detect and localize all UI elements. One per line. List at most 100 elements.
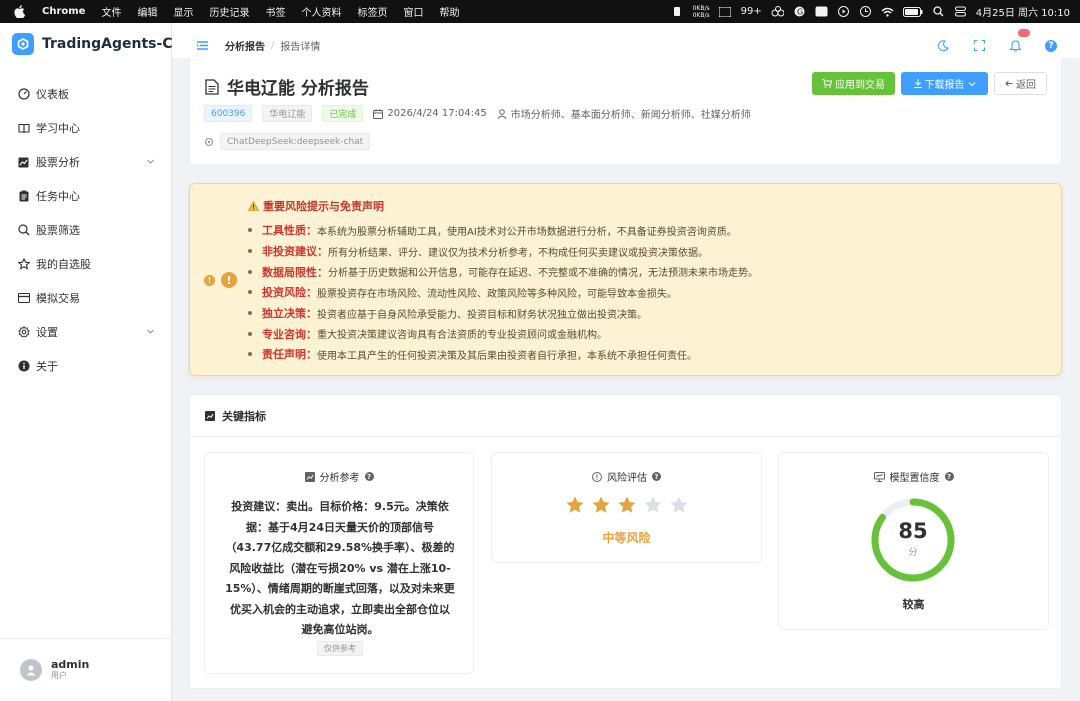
sidebar-nav: 仪表板 学习中心 股票分析 任务中心 股票筛选 我的自选股 模拟交易 设置 关于 [0,77,171,383]
cluster-icon[interactable] [771,6,784,17]
sidebar-item-label: 模拟交易 [36,292,80,305]
breadcrumb-parent[interactable]: 分析报告 [225,38,265,53]
chevron-down-icon [968,81,975,86]
grid-icon[interactable] [719,6,732,17]
breadcrumb: 分析报告 / 报告详情 [225,38,320,53]
chart-icon [304,471,315,482]
menubar-item-history[interactable]: 历史记录 [209,4,249,19]
help-icon[interactable]: ? [944,472,954,481]
brand[interactable]: TradingAgents-CN [12,33,184,55]
list-item: 数据局限性：分析基于历史数据和公开信息，可能存在延迟、不完整或不准确的情况，无法… [248,261,758,282]
sidebar-item-settings[interactable]: 设置 [0,315,171,349]
chevron-down-icon [147,159,154,164]
apple-icon[interactable] [12,5,26,19]
status-badge: 已完成 [322,105,364,122]
info-icon [17,360,30,373]
risk-item-key: 数据局限性 [262,265,317,279]
sidebar-item-label: 股票分析 [36,156,80,169]
breadcrumb-current: 报告详情 [280,42,321,53]
risk-level-text: 中等风险 [602,531,651,545]
g-app-icon[interactable]: G [793,6,806,17]
sidebar: TradingAgents-CN 仪表板 学习中心 股票分析 任务中心 股票筛选… [0,23,184,701]
notification-count[interactable]: 99+ [741,6,762,17]
sidebar-item-paper-trading[interactable]: 模拟交易 [0,281,171,315]
list-item: 专业咨询：重大投资决策建议咨询具有合法资质的专业投资顾问或金融机构。 [248,323,758,344]
star-icon [565,496,584,513]
wifi-icon[interactable] [881,6,894,17]
apply-to-trade-button[interactable]: 应用到交易 [812,72,895,95]
sidebar-item-stock-screener[interactable]: 股票筛选 [0,213,171,247]
menubar-item-tabs[interactable]: 标签页 [357,4,387,19]
bell-icon[interactable] [1008,28,1030,53]
model-row: ChatDeepSeek:deepseek-chat [204,133,371,150]
fullscreen-icon[interactable] [972,39,986,53]
chart-icon [205,410,215,421]
reference-only-badge: 仅供参考 [317,641,363,656]
help-icon[interactable]: ? [652,472,661,481]
user-profile[interactable]: admin 用户 [0,638,171,701]
warning-circle-icon [592,471,602,482]
brand-name: TradingAgents-CN [42,36,185,52]
clipboard-icon [17,190,30,203]
download-report-button[interactable]: 下载报告 [901,72,988,95]
arrow-left-icon [1005,80,1013,87]
sidebar-item-task-center[interactable]: 任务中心 [0,179,171,213]
menubar-item-profile[interactable]: 个人资料 [301,4,341,19]
play-icon[interactable] [837,6,850,17]
model-tag: ChatDeepSeek:deepseek-chat [220,133,371,150]
menubar-datetime[interactable]: 4月25日 周六 10:10 [976,4,1070,19]
risk-item-text: 本系统为股票分析辅助工具，使用AI技术对公开市场数据进行分析，不具备证券投资咨询… [317,226,737,238]
risk-item-key: 工具性质 [262,224,306,238]
analysis-reference-card: 分析参考 ? 投资建议：卖出。目标价格：9.5元。决策依据：基于4月24日天量天… [204,452,474,674]
battery-icon[interactable] [902,6,923,17]
help-icon[interactable]: ? [364,472,374,481]
list-item: 独立决策：投资者应基于自身风险承受能力、投资目标和财务状况独立做出投资决策。 [248,303,758,324]
risk-item-colon: ： [306,224,317,238]
logo-icon [12,33,34,55]
search-icon [17,224,30,237]
clock-icon[interactable] [859,6,872,17]
calendar-icon [373,108,384,119]
list-item: 工具性质：本系统为股票分析辅助工具，使用AI技术对公开市场数据进行分析，不具备证… [248,220,758,241]
menubar-item-view[interactable]: 显示 [173,4,193,19]
network-speed: 0KB/s 0KB/s [693,5,710,19]
menubar-item-bookmarks[interactable]: 书签 [265,4,285,19]
sidebar-item-stock-analysis[interactable]: 股票分析 [0,145,171,179]
risk-item-key: 非投资建议 [262,245,317,259]
report-header-card: 华电辽能 分析报告 应用到交易 下载报告 返回 600396 华电辽能 已完成 … [189,58,1062,165]
help-icon[interactable]: ? [1044,39,1058,53]
sidebar-item-learning[interactable]: 学习中心 [0,111,171,145]
list-item: 责任声明：使用本工具产生的任何投资决策及其后果由投资者自行承担，本系统不承担任何… [248,344,758,365]
keyboard-icon[interactable] [815,6,828,17]
menu-toggle-icon[interactable] [195,39,209,53]
sidebar-item-dashboard[interactable]: 仪表板 [0,77,171,111]
report-meta: 600396 华电辽能 已完成 2026/4/24 17:04:45 市场分析师… [204,105,751,122]
spotlight-icon[interactable] [932,6,945,17]
menubar-app-name[interactable]: Chrome [42,6,85,17]
stock-code-tag: 600396 [204,105,253,122]
presentation-icon [873,471,885,482]
risk-item-text: 使用本工具产生的任何投资决策及其后果由投资者自行承担，本系统不承担任何责任。 [317,350,697,362]
card-icon [17,292,30,305]
risk-item-text: 重大投资决策建议咨询具有合法资质的专业投资顾问或金融机构。 [317,330,607,342]
menubar-item-help[interactable]: 帮助 [439,4,459,19]
menubar-item-window[interactable]: 窗口 [403,4,423,19]
sidebar-item-label: 设置 [36,326,58,339]
control-center-icon[interactable] [954,6,967,17]
sidebar-item-watchlist[interactable]: 我的自选股 [0,247,171,281]
user-name: admin [51,658,90,671]
sidebar-item-about[interactable]: 关于 [0,349,171,383]
back-button[interactable]: 返回 [994,72,1047,95]
moon-icon[interactable] [936,39,950,53]
menubar-item-file[interactable]: 文件 [101,4,121,19]
confidence-unit: 分 [908,548,918,558]
user-icon [497,108,507,119]
chart-icon [17,156,30,169]
risk-item-text: 分析基于历史数据和公开信息，可能存在延迟、不完整或不准确的情况，无法预测未来市场… [328,268,758,280]
document-icon [205,78,219,95]
risk-item-key: 独立决策 [262,307,306,321]
list-item: 非投资建议：所有分析结果、评分、建议仅为技术分析参考，不构成任何买卖建议或投资决… [248,241,758,262]
battery-app-icon[interactable] [671,6,684,17]
risk-title-text: 重要风险提示与免责声明 [263,200,384,213]
menubar-item-edit[interactable]: 编辑 [137,4,157,19]
